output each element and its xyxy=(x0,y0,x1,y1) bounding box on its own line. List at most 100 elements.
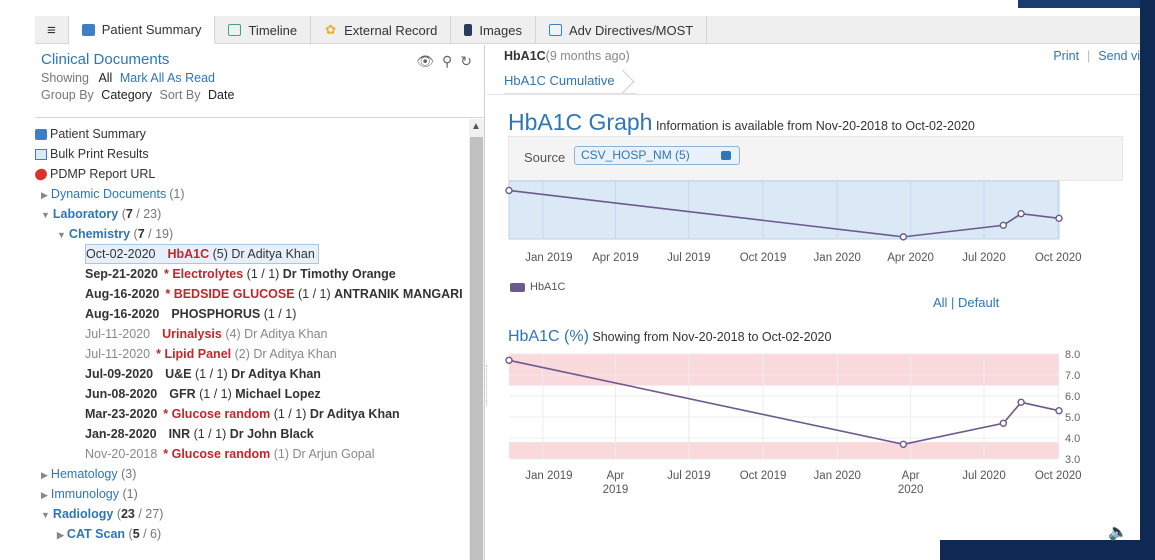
expand-arrow-icon[interactable]: ▶ xyxy=(41,490,48,500)
x-tick-label: Oct 2019 xyxy=(740,470,787,482)
document-item[interactable]: Oct-02-2020 HbA1C (5) Dr Aditya Khan xyxy=(35,244,467,264)
pill-icon xyxy=(35,166,50,183)
document-author: Dr John Black xyxy=(229,427,314,441)
folder-unread-count: 23 xyxy=(120,507,135,521)
eye-icon[interactable]: 👁 xyxy=(416,53,434,70)
source-value: CSV_HOSP_NM (5) xyxy=(581,148,690,162)
document-title: GFR xyxy=(169,387,196,401)
x-tick-label: Oct 2020 xyxy=(1035,470,1082,482)
tree-item-bulk-print[interactable]: Bulk Print Results xyxy=(35,144,467,164)
y-tick-label: 5.0 xyxy=(1065,412,1080,424)
tree-folder-cat-scan[interactable]: ▶ CAT Scan (5 / 6) xyxy=(35,524,467,544)
tab-label: Adv Directives/MOST xyxy=(568,22,694,38)
folder-count-open: ( xyxy=(125,527,133,541)
external-record-icon: ✿ xyxy=(325,22,337,37)
document-date: Oct-02-2020 xyxy=(86,247,156,261)
y-tick-label: 6.0 xyxy=(1065,391,1080,403)
y-tick-label: 3.0 xyxy=(1065,454,1080,466)
patient-summary-icon xyxy=(35,129,47,141)
document-content: Nov-20-2018 * Glucose random (1) Dr Arjun… xyxy=(85,447,374,461)
document-item[interactable]: Aug-16-2020 PHOSPHORUS (1 / 1) xyxy=(35,304,467,324)
document-date: Jan-28-2020 xyxy=(85,427,157,441)
tree-scrollbar-thumb[interactable] xyxy=(470,137,483,560)
print-link[interactable]: Print xyxy=(1053,49,1079,63)
slide-accent-top xyxy=(1018,0,1155,8)
document-content: Jan-28-2020 INR (1 / 1) Dr John Black xyxy=(85,427,314,441)
chart-legend[interactable]: HbA1C xyxy=(510,281,565,293)
group-by-select[interactable]: Category xyxy=(101,88,152,102)
tree-item-patient-summary[interactable]: Patient Summary xyxy=(35,124,467,144)
expand-arrow-icon[interactable]: ▶ xyxy=(41,190,48,200)
expand-arrow-icon[interactable]: ▶ xyxy=(41,470,48,480)
source-select[interactable]: CSV_HOSP_NM (5) xyxy=(574,146,740,165)
expand-arrow-icon[interactable]: ▶ xyxy=(57,530,64,540)
document-author: Dr Aditya Khan xyxy=(244,327,328,341)
document-item[interactable]: Aug-16-2020 * BEDSIDE GLUCOSE (1 / 1) ANT… xyxy=(35,284,467,304)
document-count: (1 / 1) xyxy=(260,307,297,321)
tree-item-pdmp[interactable]: PDMP Report URL xyxy=(35,164,467,184)
tab-external-record[interactable]: ✿ External Record xyxy=(311,16,452,44)
sort-by-select[interactable]: Date xyxy=(208,88,234,102)
tree-folder-radiology[interactable]: ▼ Radiology (23 / 27) xyxy=(35,504,467,524)
abnormal-range-band xyxy=(509,354,1059,386)
tab-label: Patient Summary xyxy=(101,22,202,37)
tab-images[interactable]: Images xyxy=(451,16,536,44)
scroll-up-arrow-icon[interactable]: ▲ xyxy=(471,121,481,132)
x-tick-label: Jul 2019 xyxy=(667,470,710,482)
tab-timeline[interactable]: Timeline xyxy=(215,16,312,44)
graph-title-row: HbA1C Graph Information is available fro… xyxy=(508,109,975,136)
search-icon[interactable]: ⚲ xyxy=(442,53,452,70)
all-default-links[interactable]: All | Default xyxy=(933,295,999,310)
dropdown-toggle-icon[interactable] xyxy=(721,151,731,160)
x-tick-label-year: 2019 xyxy=(603,484,629,496)
tab-patient-summary[interactable]: Patient Summary xyxy=(68,16,216,44)
timeline-icon xyxy=(228,24,242,36)
percent-title-row: HbA1C (%) Showing from Nov-20-2018 to Oc… xyxy=(508,328,831,346)
tree-folder-immunology[interactable]: ▶ Immunology (1) xyxy=(35,484,467,504)
document-item[interactable]: Mar-23-2020 * Glucose random (1 / 1) Dr A… xyxy=(35,404,467,424)
tree-folder-hematology[interactable]: ▶ Hematology (3) xyxy=(35,464,467,484)
document-name: HbA1C xyxy=(504,49,546,63)
document-item[interactable]: Jul-11-2020 Urinalysis (4) Dr Aditya Khan xyxy=(35,324,467,344)
collapse-arrow-icon[interactable]: ▼ xyxy=(41,510,50,520)
tree-folder-dynamic[interactable]: ▶ Dynamic Documents (1) xyxy=(35,184,467,204)
legend-label: HbA1C xyxy=(530,281,566,293)
x-tick-label: Apr xyxy=(606,470,624,482)
document-item[interactable]: Jun-08-2020 GFR (1 / 1) Michael Lopez xyxy=(35,384,467,404)
tree-folder-laboratory[interactable]: ▼ Laboratory (7 / 23) xyxy=(35,204,467,224)
document-header: HbA1C (9 months ago) xyxy=(487,45,1140,67)
folder-count-open: ( xyxy=(118,207,126,221)
x-tick-label: Apr 2019 xyxy=(592,252,639,264)
document-actions: Print | Send vi xyxy=(1053,49,1140,63)
y-tick-label: 4.0 xyxy=(1065,433,1080,445)
document-count: (4) xyxy=(221,327,245,341)
x-tick-label: Jan 2020 xyxy=(814,252,861,264)
tree-folder-chemistry[interactable]: ▼ Chemistry (7 / 19) xyxy=(35,224,467,244)
collapse-arrow-icon[interactable]: ▼ xyxy=(57,230,66,240)
folder-label: Dynamic Documents xyxy=(50,187,167,201)
collapse-arrow-icon[interactable]: ▼ xyxy=(41,210,50,220)
refresh-icon[interactable]: ↻ xyxy=(460,53,472,70)
tab-adv-directives[interactable]: Adv Directives/MOST xyxy=(536,16,708,44)
panel-tools: 👁 ⚲ ↻ xyxy=(416,53,472,70)
document-item[interactable]: Jul-11-2020 * Lipid Panel (2) Dr Aditya K… xyxy=(35,344,467,364)
showing-row: Showing All Mark All As Read xyxy=(41,71,484,85)
document-author: Dr Timothy Orange xyxy=(282,267,396,281)
folder-unread-count: 7 xyxy=(137,227,145,241)
hamburger-menu-icon[interactable]: ≡ xyxy=(35,16,69,44)
x-tick-label: Oct 2020 xyxy=(1035,252,1082,264)
showing-filter[interactable]: All xyxy=(98,71,112,85)
document-tree: Patient Summary Bulk Print Results PDMP … xyxy=(35,119,467,560)
document-item[interactable]: Jul-09-2020 U&E (1 / 1) Dr Aditya Khan xyxy=(35,364,467,384)
document-date: Jul-09-2020 xyxy=(85,367,154,381)
mark-all-read-link[interactable]: Mark All As Read xyxy=(120,71,215,85)
send-link[interactable]: Send vi xyxy=(1098,49,1140,63)
document-count: (1 / 1) xyxy=(195,387,236,401)
breadcrumb[interactable]: HbA1C Cumulative xyxy=(504,68,637,94)
document-item[interactable]: Sep-21-2020 * Electrolytes (1 / 1) Dr Tim… xyxy=(35,264,467,284)
document-item[interactable]: Jan-28-2020 INR (1 / 1) Dr John Black xyxy=(35,424,467,444)
document-item[interactable]: Nov-20-2018 * Glucose random (1) Dr Arjun… xyxy=(35,444,467,464)
document-date: Sep-21-2020 xyxy=(85,267,158,281)
x-tick-label: Jan 2020 xyxy=(814,470,861,482)
group-by-label: Group By xyxy=(41,88,94,102)
